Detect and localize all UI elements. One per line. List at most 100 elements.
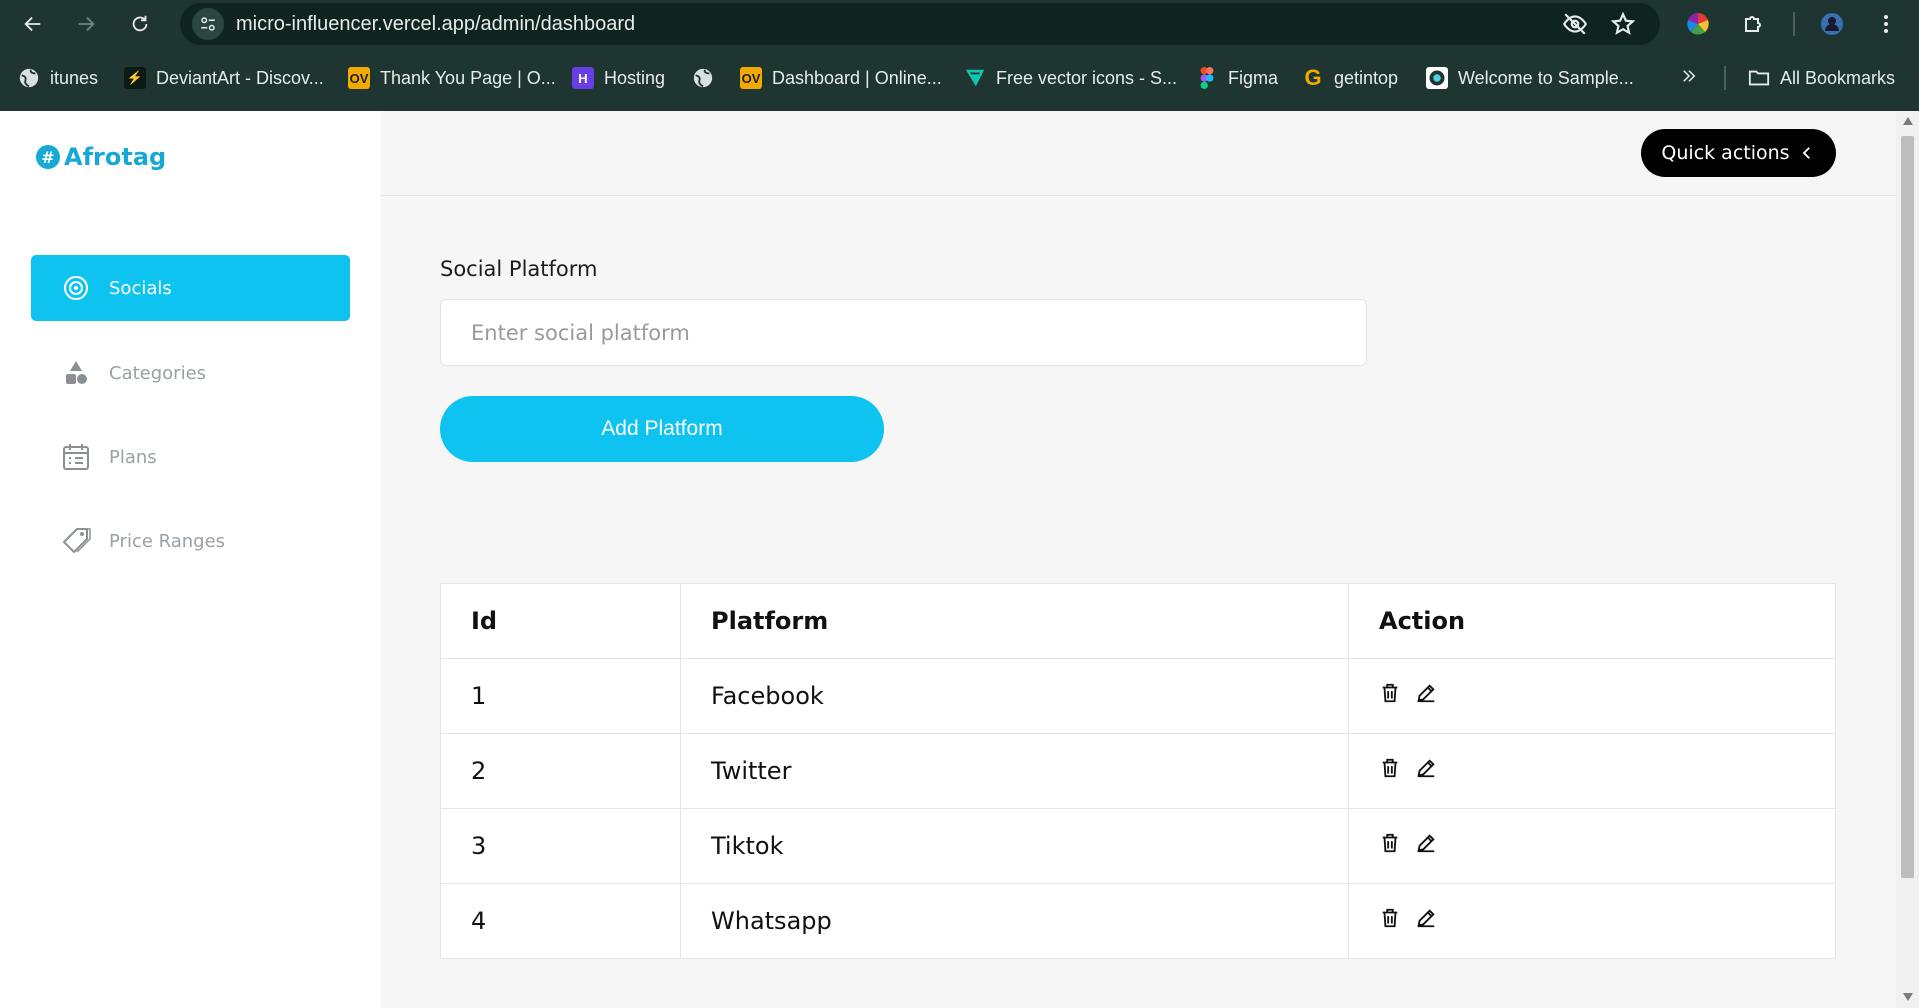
cell-id: 1 bbox=[440, 658, 681, 734]
getintop-icon: G bbox=[1304, 65, 1322, 90]
color-wheel-extension-icon[interactable] bbox=[1682, 8, 1714, 40]
extensions-puzzle-icon[interactable] bbox=[1738, 8, 1770, 40]
bookmarks-divider bbox=[1724, 66, 1726, 90]
sample-icon bbox=[1426, 67, 1448, 89]
ov-icon: OV bbox=[740, 67, 762, 89]
sidebar-item-socials[interactable]: Socials bbox=[31, 255, 350, 321]
cell-actions bbox=[1348, 733, 1836, 809]
bookmark-star-icon[interactable] bbox=[1610, 11, 1636, 37]
double-chevron-right-icon bbox=[1680, 67, 1698, 90]
cell-actions bbox=[1348, 808, 1836, 884]
cell-platform: Whatsapp bbox=[680, 883, 1349, 959]
add-platform-button[interactable]: Add Platform bbox=[440, 396, 884, 462]
globe-icon bbox=[692, 67, 714, 89]
pencil-icon[interactable] bbox=[1415, 832, 1437, 854]
bookmark-thank-you-page[interactable]: OV Thank You Page | O... bbox=[348, 60, 556, 96]
trash-icon[interactable] bbox=[1379, 757, 1401, 779]
column-header-platform: Platform bbox=[680, 583, 1349, 659]
social-platform-label: Social Platform bbox=[440, 257, 598, 281]
hostinger-icon: H bbox=[572, 67, 594, 89]
social-platform-input[interactable] bbox=[440, 299, 1367, 366]
browser-toolbar: micro-influencer.vercel.app/admin/dashbo… bbox=[0, 0, 1919, 48]
bookmark-itunes[interactable]: itunes bbox=[18, 60, 98, 96]
cell-platform: Tiktok bbox=[680, 808, 1349, 884]
figma-icon bbox=[1196, 67, 1218, 89]
top-bar: Quick actions bbox=[381, 111, 1896, 196]
target-icon bbox=[61, 273, 91, 303]
app-logo[interactable]: # Afrotag bbox=[36, 143, 166, 171]
sidebar-item-label: Price Ranges bbox=[109, 530, 226, 552]
scrollbar-thumb[interactable] bbox=[1901, 136, 1914, 878]
trash-icon[interactable] bbox=[1379, 682, 1401, 704]
platforms-table: Id Platform Action 1 Facebook 2 Twitter bbox=[440, 583, 1836, 959]
hashtag-logo-icon: # bbox=[36, 145, 60, 169]
bookmark-deviantart[interactable]: ⚡ DeviantArt - Discov... bbox=[124, 60, 324, 96]
logo-text: Afrotag bbox=[64, 143, 167, 171]
bookmark-dashboard-online[interactable]: OV Dashboard | Online... bbox=[740, 60, 942, 96]
sidebar-item-plans[interactable]: Plans bbox=[31, 424, 350, 490]
bookmark-hosting[interactable]: H Hosting bbox=[572, 60, 665, 96]
cell-actions bbox=[1348, 883, 1836, 959]
deviantart-icon: ⚡ bbox=[124, 67, 146, 89]
profile-avatar[interactable] bbox=[1816, 8, 1848, 40]
sidebar-item-categories[interactable]: Categories bbox=[31, 340, 350, 406]
cell-id: 4 bbox=[440, 883, 681, 959]
arrow-right-icon bbox=[78, 16, 95, 32]
bookmark-globe[interactable] bbox=[692, 60, 724, 96]
arrow-left-icon bbox=[24, 16, 41, 32]
browser-chrome: micro-influencer.vercel.app/admin/dashbo… bbox=[0, 0, 1919, 111]
reload-icon bbox=[132, 15, 148, 32]
quick-actions-button[interactable]: Quick actions bbox=[1641, 129, 1836, 177]
calendar-icon bbox=[61, 442, 91, 472]
column-header-id: Id bbox=[440, 583, 681, 659]
table-row: 2 Twitter bbox=[440, 733, 1836, 809]
bookmarks-bar: itunes ⚡ DeviantArt - Discov... OV Thank… bbox=[0, 60, 1919, 96]
cell-platform: Twitter bbox=[680, 733, 1349, 809]
scroll-down-arrow-icon[interactable] bbox=[1901, 991, 1914, 1003]
table-row: 4 Whatsapp bbox=[440, 883, 1836, 959]
bookmark-welcome-sample[interactable]: Welcome to Sample... bbox=[1426, 60, 1634, 96]
table-header-row: Id Platform Action bbox=[440, 583, 1836, 659]
globe-icon bbox=[18, 67, 40, 89]
column-header-action: Action bbox=[1348, 583, 1836, 659]
ov-icon: OV bbox=[348, 67, 370, 89]
sidebar-item-price-ranges[interactable]: Price Ranges bbox=[31, 508, 350, 574]
back-button[interactable] bbox=[17, 8, 49, 40]
pencil-icon[interactable] bbox=[1415, 682, 1437, 704]
site-info-button[interactable] bbox=[192, 8, 224, 40]
reload-button[interactable] bbox=[124, 8, 156, 40]
tag-icon bbox=[61, 526, 91, 556]
address-bar[interactable]: micro-influencer.vercel.app/admin/dashbo… bbox=[180, 3, 1660, 45]
chevron-left-icon bbox=[1802, 147, 1810, 159]
shapes-icon bbox=[61, 358, 91, 388]
flaticon-icon bbox=[964, 67, 986, 89]
table-row: 3 Tiktok bbox=[440, 808, 1836, 884]
folder-icon bbox=[1748, 67, 1770, 89]
pencil-icon[interactable] bbox=[1415, 757, 1437, 779]
page-scrollbar[interactable] bbox=[1896, 111, 1919, 1008]
scroll-up-arrow-icon[interactable] bbox=[1901, 115, 1914, 127]
sidebar: # Afrotag Socials Categories Plans Price… bbox=[0, 111, 381, 1008]
cell-platform: Facebook bbox=[680, 658, 1349, 734]
cell-id: 3 bbox=[440, 808, 681, 884]
forward-button[interactable] bbox=[70, 8, 102, 40]
tune-icon bbox=[201, 17, 215, 31]
eye-off-icon[interactable] bbox=[1562, 11, 1588, 37]
cell-actions bbox=[1348, 658, 1836, 734]
trash-icon[interactable] bbox=[1379, 907, 1401, 929]
cell-id: 2 bbox=[440, 733, 681, 809]
pencil-icon[interactable] bbox=[1415, 907, 1437, 929]
bookmark-figma[interactable]: Figma bbox=[1196, 60, 1278, 96]
bookmark-free-vector-icons[interactable]: Free vector icons - S... bbox=[964, 60, 1177, 96]
main-content: Quick actions Social Platform Add Platfo… bbox=[381, 111, 1896, 1008]
url-text[interactable]: micro-influencer.vercel.app/admin/dashbo… bbox=[236, 3, 635, 45]
more-bookmarks-button[interactable] bbox=[1680, 60, 1698, 96]
menu-dots-icon[interactable] bbox=[1870, 8, 1902, 40]
toolbar-divider bbox=[1793, 12, 1795, 36]
sidebar-item-label: Socials bbox=[109, 277, 172, 299]
table-row: 1 Facebook bbox=[440, 658, 1836, 734]
all-bookmarks-button[interactable]: All Bookmarks bbox=[1748, 60, 1895, 96]
bookmark-getintop[interactable]: G getintop bbox=[1302, 60, 1398, 96]
trash-icon[interactable] bbox=[1379, 832, 1401, 854]
sidebar-item-label: Categories bbox=[109, 362, 207, 384]
